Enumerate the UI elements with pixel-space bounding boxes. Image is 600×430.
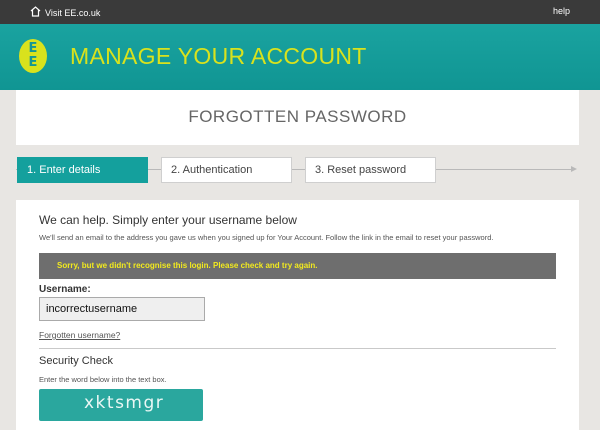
logo-letter-top: E <box>28 41 38 56</box>
captcha-text: xktsmgr <box>84 393 165 413</box>
captcha-image: xktsmgr <box>39 389 203 421</box>
home-icon <box>30 6 41 19</box>
divider <box>39 348 556 349</box>
step-authentication[interactable]: 2. Authentication <box>161 157 292 183</box>
form-heading: We can help. Simply enter your username … <box>39 213 297 227</box>
error-message: Sorry, but we didn't recognise this logi… <box>39 253 556 279</box>
forgot-username-link[interactable]: Forgotten username? <box>39 330 120 340</box>
ee-logo: E E <box>19 39 47 73</box>
username-label: Username: <box>39 284 91 295</box>
visit-ee-link[interactable]: Visit EE.co.uk <box>30 6 100 19</box>
step-enter-details[interactable]: 1. Enter details <box>17 157 148 183</box>
steps-arrow-icon <box>571 166 577 172</box>
form-subtext: We'll send an email to the address you g… <box>39 233 494 242</box>
form-panel: We can help. Simply enter your username … <box>16 200 579 430</box>
username-input[interactable] <box>39 297 205 321</box>
step-reset-password[interactable]: 3. Reset password <box>305 157 436 183</box>
page-title: FORGOTTEN PASSWORD <box>188 107 407 126</box>
header-title: MANAGE YOUR ACCOUNT <box>70 43 367 69</box>
security-check-title: Security Check <box>39 355 113 367</box>
visit-ee-label: Visit EE.co.uk <box>45 7 101 18</box>
help-link[interactable]: help <box>553 6 570 16</box>
page-title-panel: FORGOTTEN PASSWORD <box>16 90 579 145</box>
top-bar: Visit EE.co.uk help <box>0 0 600 24</box>
security-check-instructions: Enter the word below into the text box. <box>39 375 167 384</box>
logo-letter-bottom: E <box>28 55 38 70</box>
